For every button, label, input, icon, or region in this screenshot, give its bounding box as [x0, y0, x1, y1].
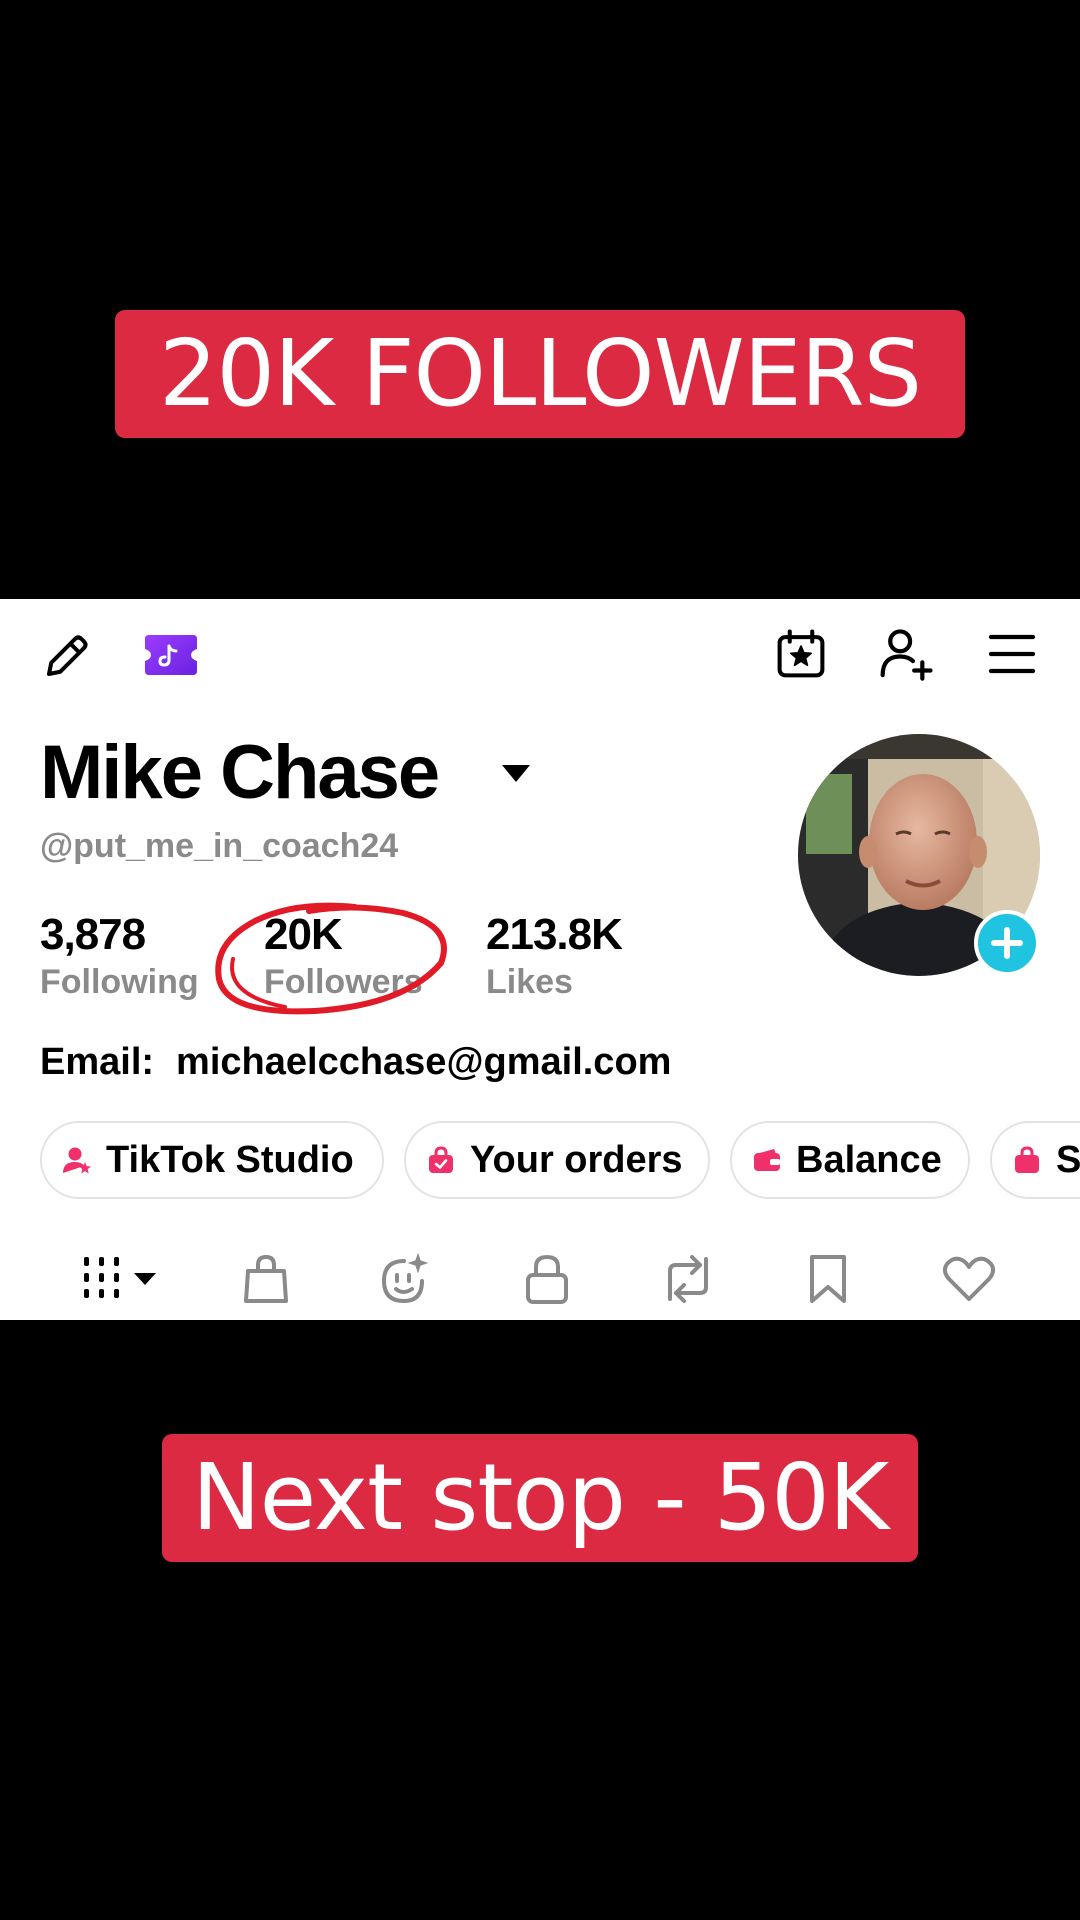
repost-icon[interactable] — [660, 1253, 716, 1305]
bookmark-icon[interactable] — [806, 1253, 850, 1305]
annotation-circle — [205, 899, 455, 1019]
liked-heart-icon[interactable] — [942, 1255, 996, 1303]
profile-email[interactable]: Email: michaelcchase@gmail.com — [40, 1041, 671, 1084]
orders-bag-icon — [426, 1145, 456, 1175]
your-orders-button[interactable]: Your orders — [404, 1121, 710, 1199]
likes-count: 213.8K — [486, 910, 623, 959]
private-lock-icon[interactable] — [522, 1253, 572, 1305]
videos-grid-icon[interactable] — [82, 1255, 158, 1301]
account-switch-caret-icon[interactable] — [502, 765, 530, 783]
tiktok-ticket-icon[interactable] — [143, 633, 199, 677]
profile-name: Mike Chase — [40, 730, 440, 815]
content-tab-bar — [0, 1239, 1080, 1319]
following-label: Following — [40, 963, 199, 1001]
profile-screen: Mike Chase @put_me_in_coach24 3,878 Foll… — [0, 599, 1080, 1320]
add-avatar-plus-icon[interactable] — [974, 910, 1040, 976]
stat-following[interactable]: 3,878 Following — [40, 911, 199, 1005]
shop-bag-icon — [1012, 1145, 1042, 1175]
studio-user-icon — [62, 1145, 92, 1175]
stat-likes[interactable]: 213.8K Likes — [486, 910, 623, 1005]
shop-label: S — [1056, 1138, 1080, 1181]
likes-label: Likes — [486, 963, 573, 1001]
ai-self-icon[interactable] — [378, 1251, 434, 1307]
tiktok-studio-button[interactable]: TikTok Studio — [40, 1121, 384, 1199]
menu-icon[interactable] — [988, 633, 1036, 675]
wallet-icon — [752, 1145, 782, 1175]
calendar-star-icon[interactable] — [774, 627, 828, 681]
edit-pencil-icon[interactable] — [40, 629, 94, 683]
balance-label: Balance — [796, 1138, 942, 1181]
add-friend-icon[interactable] — [878, 625, 934, 681]
profile-handle: @put_me_in_coach24 — [40, 827, 399, 865]
shop-bag-icon[interactable] — [242, 1253, 290, 1305]
email-label: Email: — [40, 1041, 155, 1083]
bottom-caption-banner: Next stop - 50K — [162, 1434, 918, 1562]
tiktok-studio-label: TikTok Studio — [106, 1138, 354, 1181]
shop-button[interactable]: S — [990, 1121, 1080, 1199]
following-count: 3,878 — [40, 910, 146, 959]
email-value: michaelcchase@gmail.com — [176, 1041, 672, 1083]
your-orders-label: Your orders — [470, 1138, 683, 1181]
balance-button[interactable]: Balance — [730, 1121, 970, 1199]
top-caption-banner: 20K FOLLOWERS — [115, 310, 965, 438]
